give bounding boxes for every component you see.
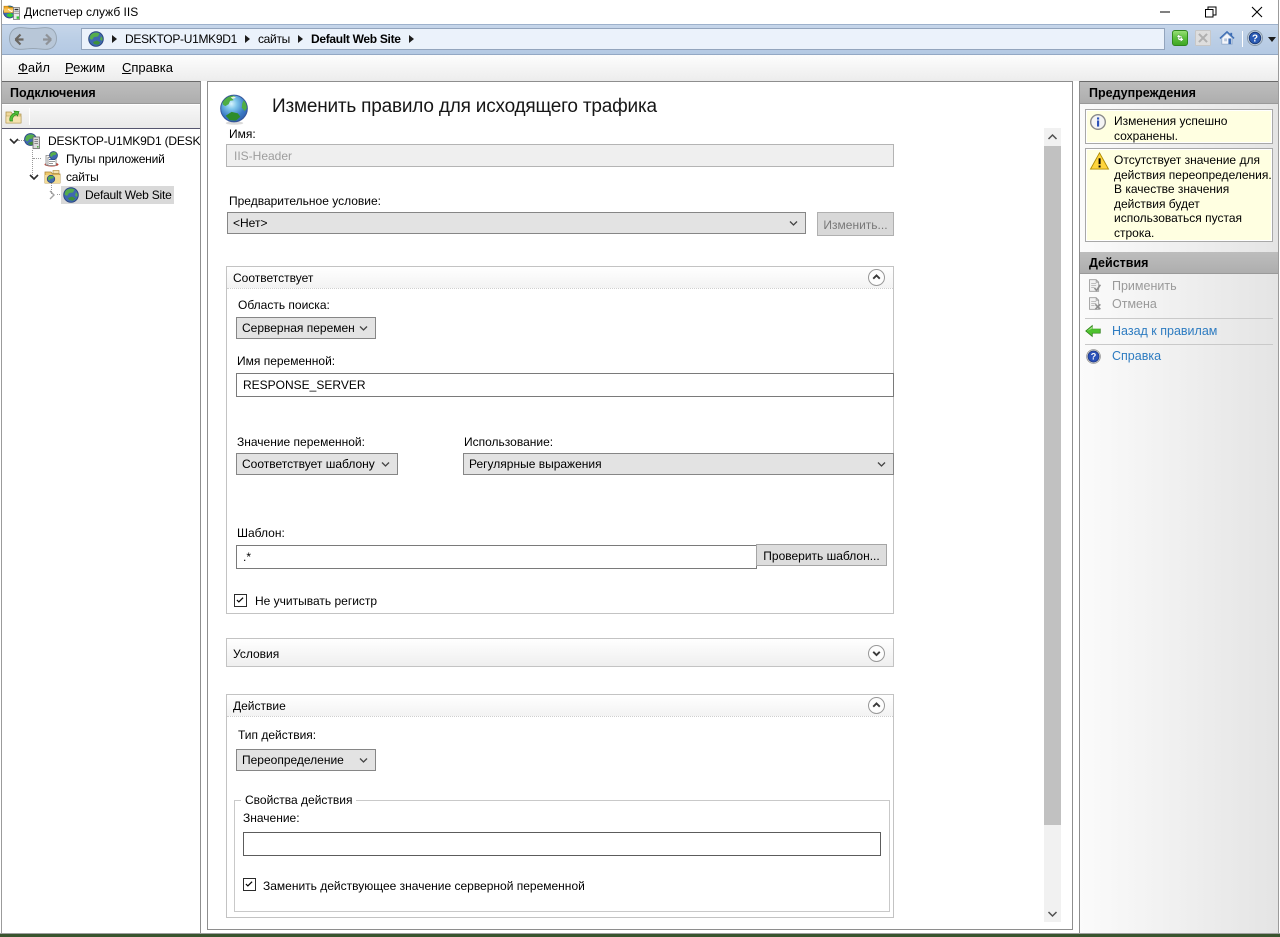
svg-text:?: ? (1252, 33, 1258, 44)
svg-text:?: ? (1091, 352, 1097, 362)
